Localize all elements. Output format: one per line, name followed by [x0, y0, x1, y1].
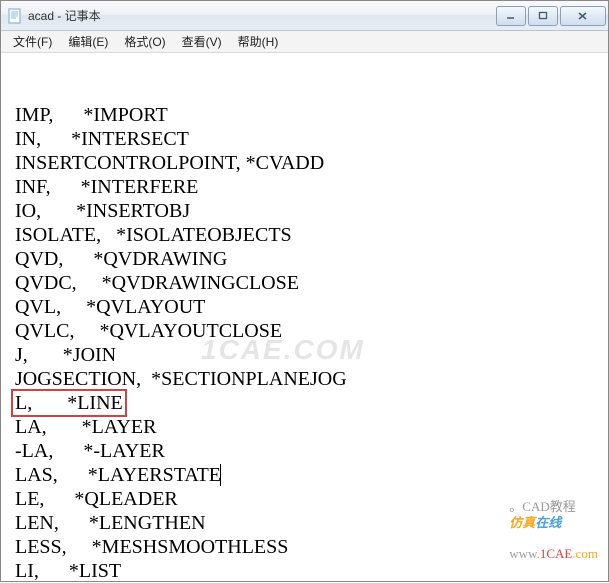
window-controls: [494, 6, 606, 26]
text-line: LESS, *MESHSMOOTHLESS: [15, 535, 604, 559]
text-line: ISOLATE, *ISOLATEOBJECTS: [15, 223, 604, 247]
text-line: IO, *INSERTOBJ: [15, 199, 604, 223]
menu-edit[interactable]: 编辑(E): [60, 31, 116, 52]
text-line: IMP, *IMPORT: [15, 103, 604, 127]
menubar: 文件(F) 编辑(E) 格式(O) 查看(V) 帮助(H): [1, 31, 608, 53]
text-cursor: [220, 464, 221, 486]
text-line: QVLC, *QVLAYOUTCLOSE: [15, 319, 604, 343]
menu-format[interactable]: 格式(O): [116, 31, 173, 52]
text-editor-area[interactable]: IMP, *IMPORTIN, *INTERSECTINSERTCONTROLP…: [1, 53, 608, 583]
notepad-icon: [7, 8, 23, 24]
titlebar: acad - 记事本: [1, 1, 608, 31]
menu-view[interactable]: 查看(V): [174, 31, 230, 52]
text-line: QVD, *QVDRAWING: [15, 247, 604, 271]
text-line: -LA, *-LAYER: [15, 439, 604, 463]
text-line: LI, *LIST: [15, 559, 604, 583]
menu-help[interactable]: 帮助(H): [230, 31, 287, 52]
highlighted-line: L, *LINE: [11, 389, 127, 417]
text-line: LAS, *LAYERSTATE: [15, 463, 604, 487]
text-line: QVL, *QVLAYOUT: [15, 295, 604, 319]
window-title: acad - 记事本: [28, 7, 494, 24]
text-line: LA, *LAYER: [15, 415, 604, 439]
text-line: INF, *INTERFERE: [15, 175, 604, 199]
minimize-button[interactable]: [496, 6, 526, 26]
text-line: INSERTCONTROLPOINT, *CVADD: [15, 151, 604, 175]
close-button[interactable]: [560, 6, 606, 26]
text-line: QVDC, *QVDRAWINGCLOSE: [15, 271, 604, 295]
text-line: J, *JOIN: [15, 343, 604, 367]
text-line: LEN, *LENGTHEN: [15, 511, 604, 535]
menu-file[interactable]: 文件(F): [5, 31, 60, 52]
maximize-button[interactable]: [528, 6, 558, 26]
text-line: LE, *QLEADER: [15, 487, 604, 511]
text-line: IN, *INTERSECT: [15, 127, 604, 151]
text-line: JOGSECTION, *SECTIONPLANEJOG: [15, 367, 604, 391]
text-line: L, *LINE: [15, 391, 604, 415]
